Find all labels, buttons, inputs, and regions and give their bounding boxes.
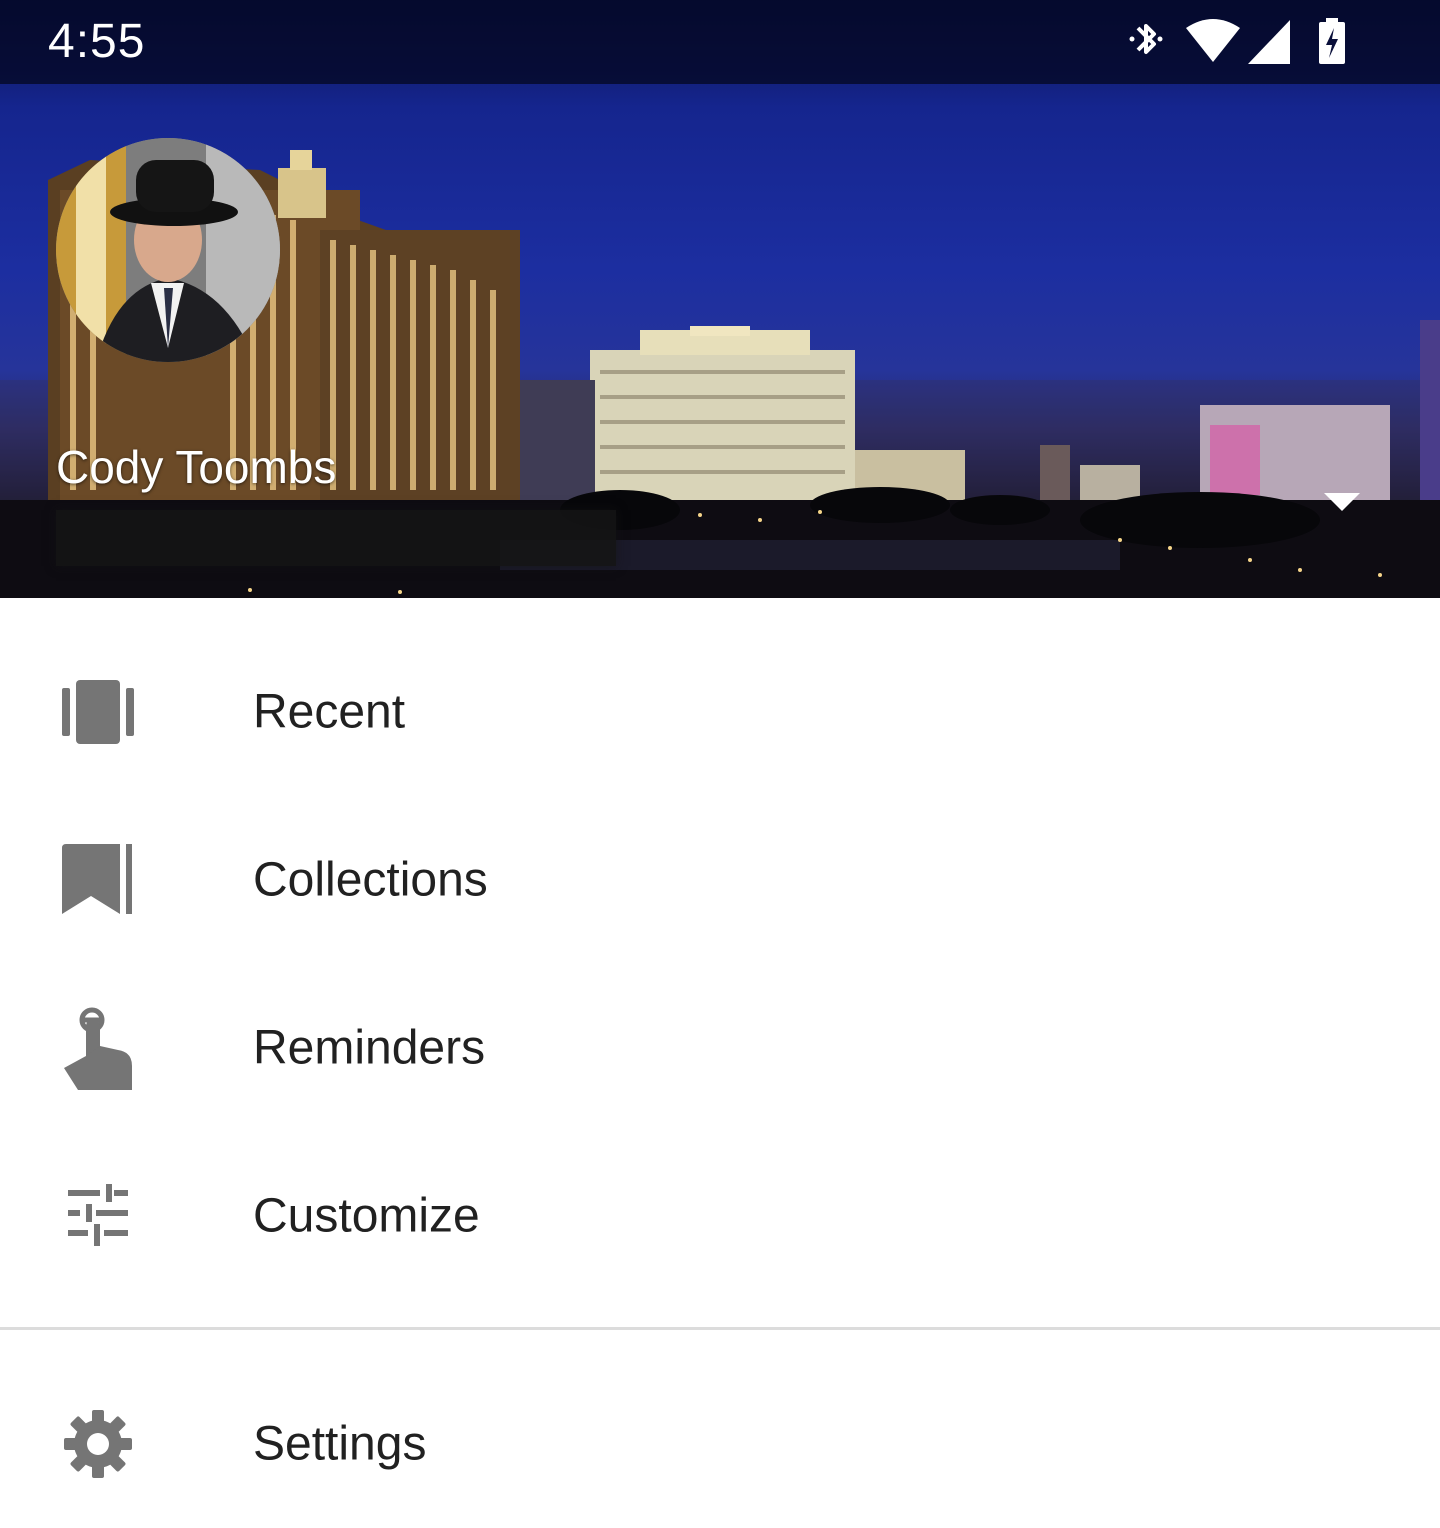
menu-divider (0, 1327, 1440, 1330)
avatar[interactable] (56, 138, 280, 362)
cell-signal-icon (1248, 20, 1290, 64)
reminder-finger-icon (62, 1007, 134, 1090)
menu-item-label: Collections (253, 853, 488, 907)
tune-sliders-icon (62, 1180, 134, 1252)
account-switcher-toggle[interactable] (1316, 482, 1368, 522)
dropdown-arrow-icon (1324, 493, 1360, 511)
status-bar: 4:55 (0, 0, 1440, 84)
status-time: 4:55 (48, 15, 146, 68)
wifi-icon (1186, 19, 1240, 62)
bookmark-icon (62, 844, 134, 916)
recent-icon (62, 676, 134, 748)
menu-item-label: Reminders (253, 1021, 486, 1075)
menu-item-settings[interactable]: Settings (0, 1360, 1440, 1528)
menu-item-label: Customize (253, 1189, 480, 1243)
battery-charging-icon (1319, 18, 1345, 64)
menu-item-collections[interactable]: Collections (0, 796, 1440, 964)
menu-item-recent[interactable]: Recent (0, 598, 1440, 826)
navigation-menu: Recent Collections Reminders Customize (0, 598, 1440, 1246)
profile-name: Cody Toombs (56, 441, 337, 493)
avatar-photo (56, 138, 280, 362)
menu-item-customize[interactable]: Customize (0, 1132, 1440, 1300)
bluetooth-icon (1129, 24, 1163, 54)
menu-item-label: Settings (253, 1417, 427, 1471)
drawer-header: 4:55 Cody Toombs (0, 0, 1440, 598)
profile-email-redacted (56, 510, 616, 566)
menu-item-reminders[interactable]: Reminders (0, 964, 1440, 1132)
gear-icon (62, 1408, 134, 1480)
menu-item-label: Recent (253, 685, 406, 739)
